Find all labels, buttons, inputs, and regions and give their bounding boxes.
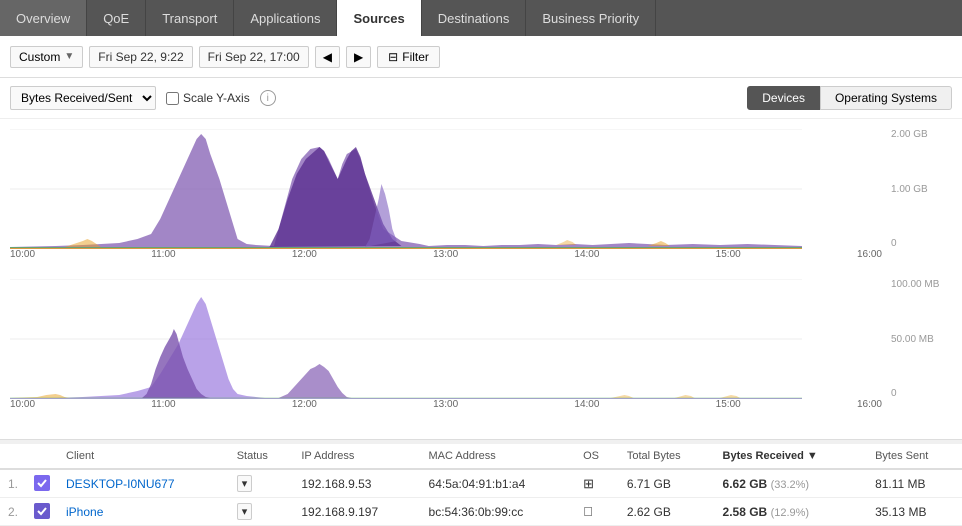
ip-address-1: 192.168.9.53	[293, 469, 420, 498]
prev-button[interactable]: ◀	[315, 46, 340, 68]
checkbox-icon-1	[34, 475, 50, 491]
devices-button[interactable]: Devices	[747, 86, 820, 110]
row-num-1: 1.	[0, 469, 26, 498]
status-dropdown-2[interactable]: ▾	[237, 503, 253, 520]
tab-applications[interactable]: Applications	[234, 0, 337, 36]
os-button[interactable]: Operating Systems	[820, 86, 952, 110]
bytes-sent-2: 35.13 MB	[867, 498, 962, 526]
status-dropdown-1[interactable]: ▾	[237, 475, 253, 492]
chevron-down-icon: ▼	[64, 51, 74, 62]
tab-qoe[interactable]: QoE	[87, 0, 146, 36]
table-divider	[0, 439, 962, 440]
col-status[interactable]: Status	[229, 444, 294, 469]
tab-overview[interactable]: Overview	[0, 0, 87, 36]
mac-address-2: bc:54:36:0b:99:cc	[421, 498, 576, 526]
table-row: 1. DESKTOP-I0NU677 ▾ 192.168.9.53 64:5a:…	[0, 469, 962, 498]
received-x-axis: 10:00 11:00 12:00 13:00 14:00 15:00 16:0…	[10, 249, 882, 260]
toolbar: Custom ▼ Fri Sep 22, 9:22 Fri Sep 22, 17…	[0, 36, 962, 78]
view-toggle: Devices Operating Systems	[747, 86, 952, 110]
apple-icon: 	[583, 504, 593, 519]
next-button[interactable]: ▶	[346, 46, 371, 68]
received-chart: 2.00 GB 1.00 GB 0 Received 10:00 11:00 1…	[10, 129, 962, 269]
received-y-axis: 2.00 GB 1.00 GB 0	[887, 129, 962, 249]
sent-chart-container: 100.00 MB 50.00 MB 0 Sent	[10, 279, 962, 399]
charts-area: 2.00 GB 1.00 GB 0 Received 10:00 11:00 1…	[0, 119, 962, 439]
date-to-input[interactable]: Fri Sep 22, 17:00	[199, 46, 309, 68]
tab-business-priority[interactable]: Business Priority	[526, 0, 656, 36]
date-from-input[interactable]: Fri Sep 22, 9:22	[89, 46, 192, 68]
tab-destinations[interactable]: Destinations	[422, 0, 527, 36]
table-header-row: Client Status IP Address MAC Address OS …	[0, 444, 962, 469]
bytes-sent-1: 81.11 MB	[867, 469, 962, 498]
tab-sources[interactable]: Sources	[337, 0, 421, 36]
ip-address-2: 192.168.9.197	[293, 498, 420, 526]
row-num-2: 2.	[0, 498, 26, 526]
os-icon-2: 	[575, 498, 619, 526]
table-row: 2. iPhone ▾ 192.168.9.197 bc:54:36:0b:99…	[0, 498, 962, 526]
col-os[interactable]: OS	[575, 444, 619, 469]
custom-dropdown[interactable]: Custom ▼	[10, 46, 83, 68]
filter-icon: ⊟	[388, 50, 398, 64]
total-bytes-2: 2.62 GB	[619, 498, 715, 526]
tab-transport[interactable]: Transport	[146, 0, 234, 36]
status-cell-1: ▾	[229, 469, 294, 498]
info-icon[interactable]: i	[260, 90, 276, 106]
sent-x-axis: 10:00 11:00 12:00 13:00 14:00 15:00 16:0…	[10, 399, 882, 410]
scale-y-checkbox[interactable]	[166, 92, 179, 105]
row-checkbox-2[interactable]	[26, 498, 58, 526]
col-client[interactable]: Client	[58, 444, 229, 469]
client-name-2[interactable]: iPhone	[58, 498, 229, 526]
col-ip[interactable]: IP Address	[293, 444, 420, 469]
col-total-bytes[interactable]: Total Bytes	[619, 444, 715, 469]
os-icon-1: ⊞	[575, 469, 619, 498]
windows-icon: ⊞	[583, 476, 594, 491]
status-cell-2: ▾	[229, 498, 294, 526]
received-chart-svg	[10, 129, 802, 249]
metric-dropdown[interactable]: Bytes Received/Sent	[10, 86, 156, 110]
bytes-received-2: 2.58 GB (12.9%)	[715, 498, 868, 526]
scale-y-container: Scale Y-Axis	[166, 91, 250, 105]
row-checkbox-1[interactable]	[26, 469, 58, 498]
chart-controls: Bytes Received/Sent Scale Y-Axis i Devic…	[0, 78, 962, 119]
client-name-1[interactable]: DESKTOP-I0NU677	[58, 469, 229, 498]
col-bytes-sent[interactable]: Bytes Sent	[867, 444, 962, 469]
checkbox-icon-2	[34, 503, 50, 519]
received-chart-container: 2.00 GB 1.00 GB 0 Received	[10, 129, 962, 249]
bytes-received-1: 6.62 GB (33.2%)	[715, 469, 868, 498]
tab-bar: Overview QoE Transport Applications Sour…	[0, 0, 962, 36]
sent-y-axis: 100.00 MB 50.00 MB 0	[887, 279, 962, 399]
mac-address-1: 64:5a:04:91:b1:a4	[421, 469, 576, 498]
sent-chart: 100.00 MB 50.00 MB 0 Sent 10:00 11:00 12…	[10, 279, 962, 419]
col-bytes-received[interactable]: Bytes Received ▼	[715, 444, 868, 469]
col-checkbox	[26, 444, 58, 469]
col-mac[interactable]: MAC Address	[421, 444, 576, 469]
filter-button[interactable]: ⊟ Filter	[377, 46, 440, 68]
total-bytes-1: 6.71 GB	[619, 469, 715, 498]
col-num	[0, 444, 26, 469]
sent-chart-svg	[10, 279, 802, 399]
